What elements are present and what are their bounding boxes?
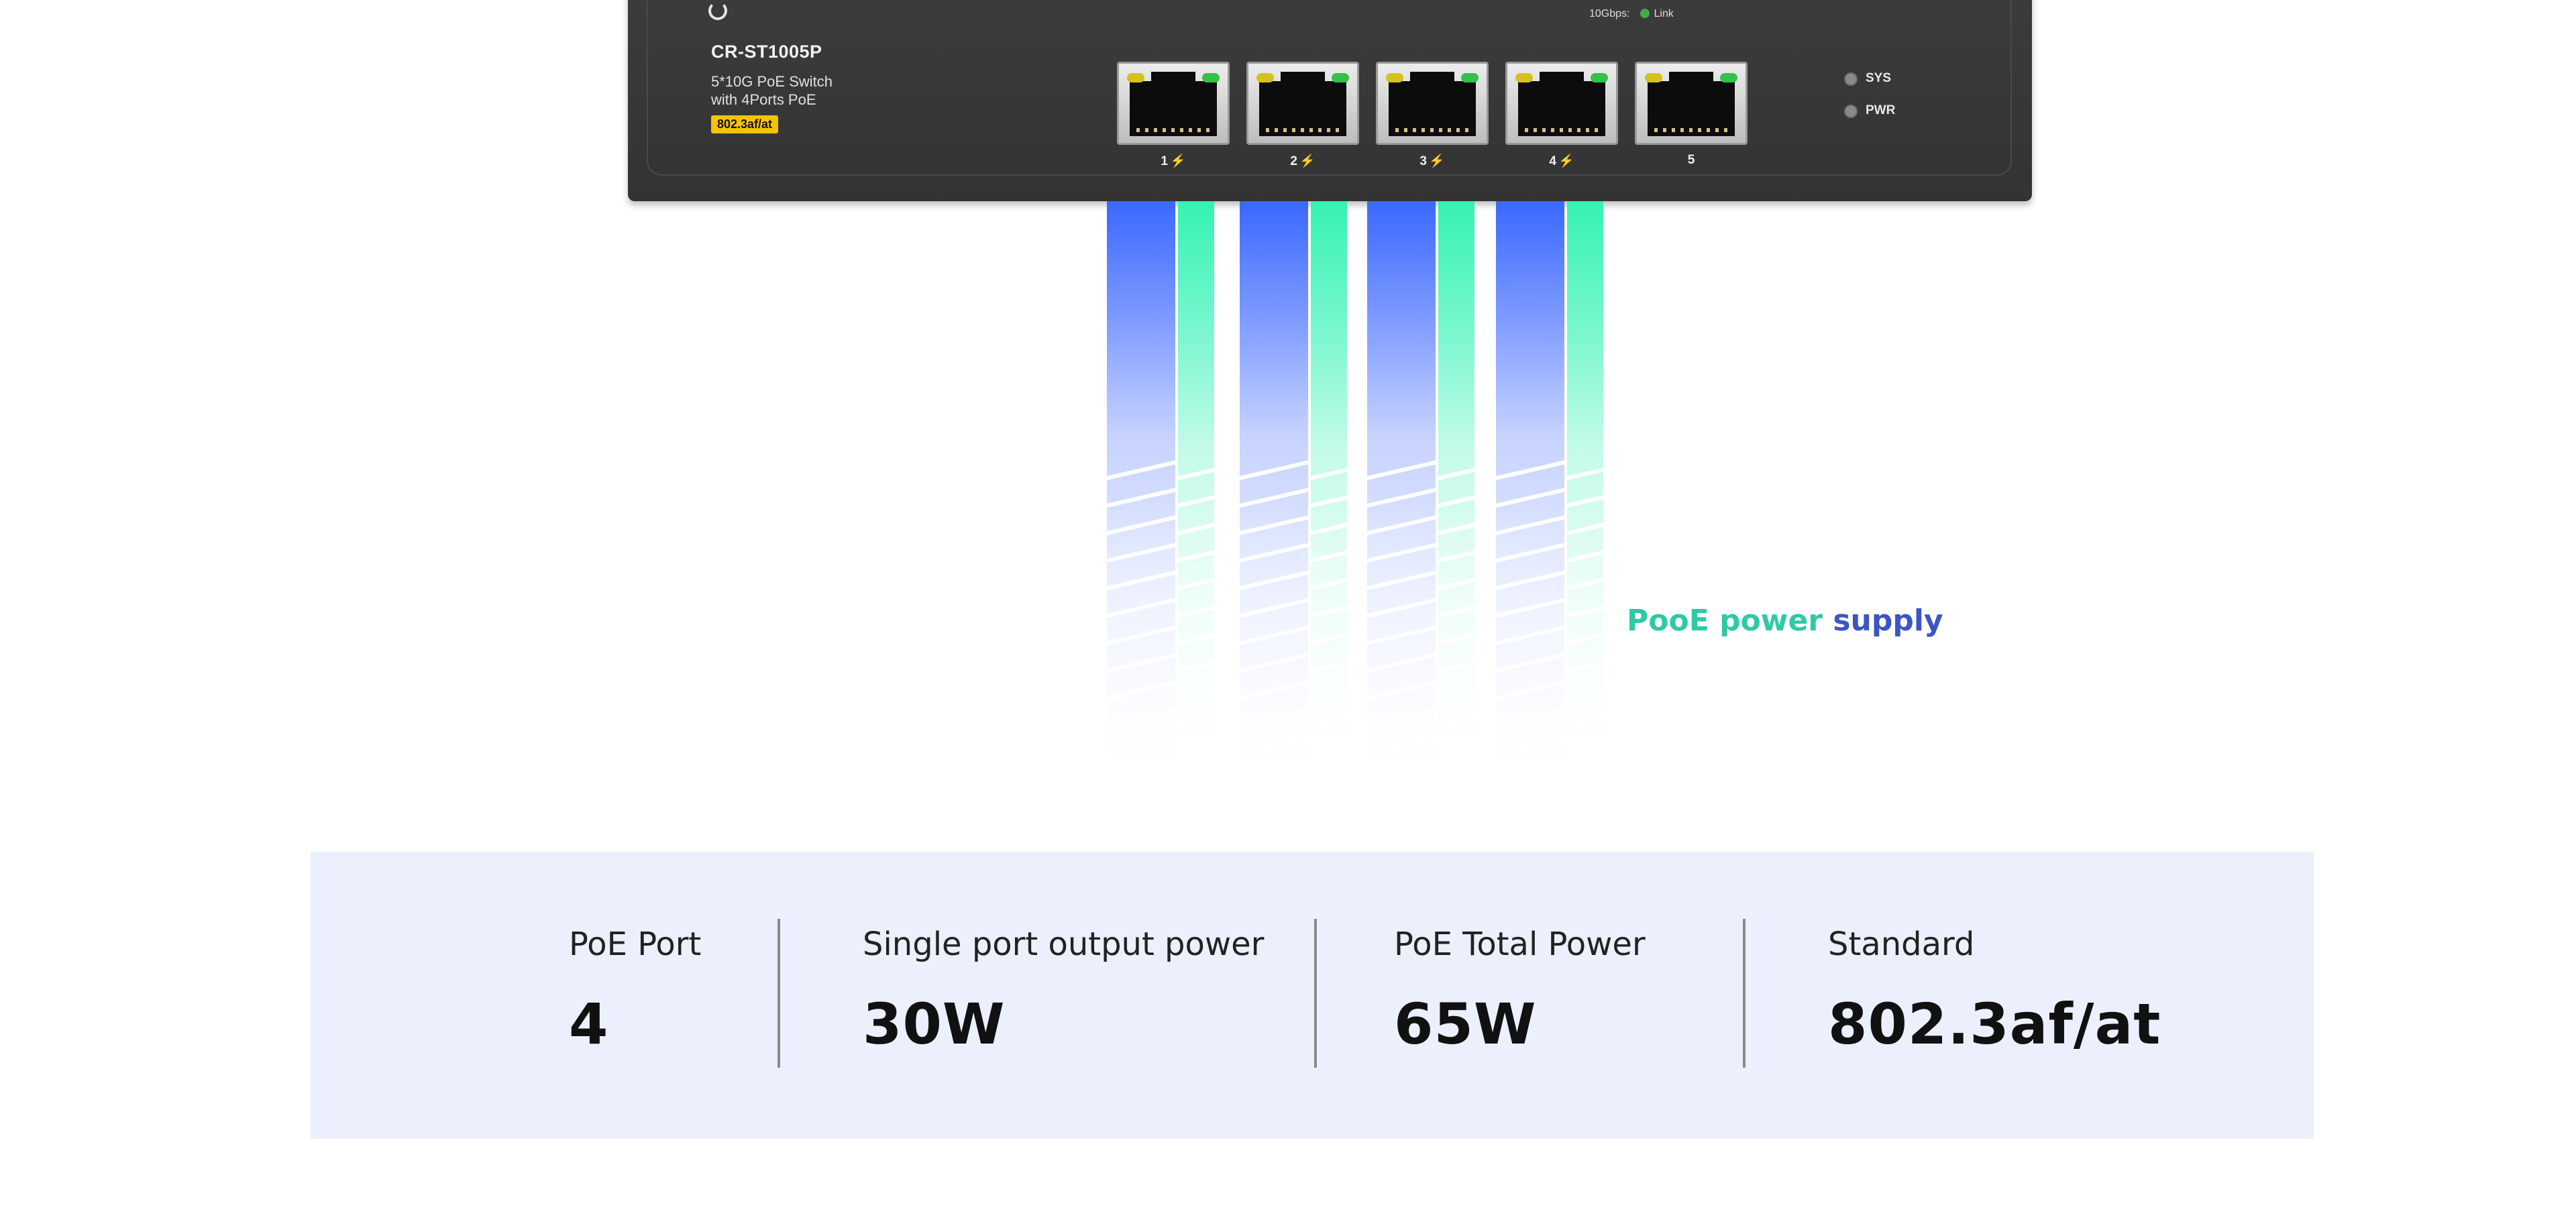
spec-value: 4 <box>569 991 609 1057</box>
spec-panel: PoE Port 4 Single port output power 30W … <box>311 852 2314 1139</box>
ethernet-port-1 <box>1117 62 1230 145</box>
spec-value: 65W <box>1394 991 1537 1057</box>
port-led-green-icon <box>1202 73 1220 82</box>
spec-label: Standard <box>1828 926 1975 963</box>
spec-label: PoE Port <box>569 926 702 963</box>
port-led-yellow-icon <box>1515 73 1533 82</box>
port-label-4: 4 ⚡ <box>1549 154 1574 168</box>
spec-total-power: PoE Total Power 65W <box>1394 926 1646 1057</box>
ethernet-port-5 <box>1635 62 1748 145</box>
poe-beam-green-3 <box>1438 201 1474 791</box>
poe-beam-green-2 <box>1311 201 1347 791</box>
poe-beam-blue-1 <box>1107 201 1175 791</box>
switch-device: CR-ST1005P 5*10G PoE Switch with 4Ports … <box>628 0 2032 201</box>
poe-bolt-icon: ⚡ <box>1169 154 1186 168</box>
spec-divider <box>1314 919 1317 1068</box>
switch-front-panel: CR-ST1005P 5*10G PoE Switch with 4Ports … <box>647 0 2012 176</box>
standard-badge: 802.3af/at <box>711 115 779 133</box>
tagline-part-1: PooE power <box>1627 604 1823 638</box>
port-led-green-icon <box>1720 73 1737 82</box>
poe-bolt-icon: ⚡ <box>1558 154 1574 168</box>
spec-label: Single port output power <box>863 926 1265 963</box>
port-led-green-icon <box>1591 73 1608 82</box>
poe-beam-blue-2 <box>1240 201 1308 791</box>
spec-divider <box>1743 919 1746 1068</box>
ethernet-port-4 <box>1505 62 1618 145</box>
spec-single-port-power: Single port output power 30W <box>863 926 1264 1057</box>
poe-beam-blue-4 <box>1496 201 1564 791</box>
port-led-yellow-icon <box>1645 73 1662 82</box>
port-led-yellow-icon <box>1127 73 1144 82</box>
spec-value: 30W <box>863 991 1006 1057</box>
link-led-icon <box>1640 9 1650 18</box>
ethernet-port-3 <box>1376 62 1489 145</box>
device-description: 5*10G PoE Switch with 4Ports PoE <box>711 72 885 109</box>
pwr-label: PWR <box>1866 103 1896 117</box>
spec-label: PoE Total Power <box>1394 926 1646 963</box>
poe-bolt-icon: ⚡ <box>1428 154 1445 168</box>
spec-standard: Standard 802.3af/at <box>1828 926 2161 1057</box>
brand-logo-icon <box>708 1 727 20</box>
port-led-yellow-icon <box>1386 73 1403 82</box>
port-led-green-icon <box>1332 73 1349 82</box>
sys-label: SYS <box>1866 71 1892 85</box>
port-label-3: 3 ⚡ <box>1419 154 1445 168</box>
port-led-yellow-icon <box>1256 73 1274 82</box>
spec-poe-port: PoE Port 4 <box>569 926 701 1057</box>
description-line-2: with 4Ports PoE <box>711 91 816 108</box>
poe-tagline: PooE power supply <box>1627 604 1943 638</box>
port-label-5: 5 <box>1687 153 1695 167</box>
spec-value: 802.3af/at <box>1828 991 2161 1057</box>
model-name: CR-ST1005P <box>711 42 822 62</box>
description-line-1: 5*10G PoE Switch <box>711 73 833 90</box>
link-label: Link <box>1654 8 1674 19</box>
tagline-part-2: supply <box>1823 604 1943 638</box>
poe-bolt-icon: ⚡ <box>1299 154 1316 168</box>
spec-divider <box>777 919 780 1068</box>
poe-beam-green-1 <box>1178 201 1214 791</box>
pwr-led-icon <box>1844 105 1858 118</box>
port-label-2: 2 ⚡ <box>1290 154 1316 168</box>
poe-beam-green-4 <box>1567 201 1603 791</box>
sys-led-icon <box>1844 72 1858 86</box>
ethernet-port-2 <box>1246 62 1359 145</box>
speed-legend: 10Gbps: Link <box>1589 8 1674 20</box>
poe-beam-blue-3 <box>1367 201 1436 791</box>
speed-label: 10Gbps: <box>1589 8 1630 19</box>
port-label-1: 1 ⚡ <box>1161 154 1186 168</box>
port-led-green-icon <box>1461 73 1479 82</box>
